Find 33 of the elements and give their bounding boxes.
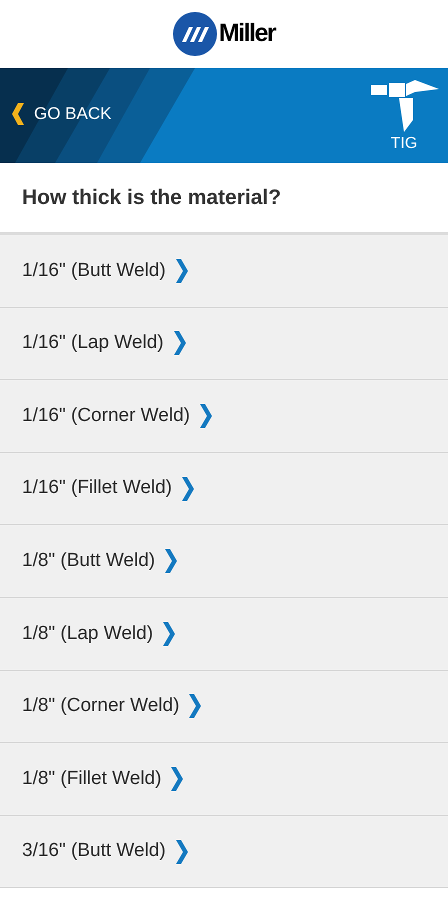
thickness-option[interactable]: 1/8" (Butt Weld) xyxy=(0,525,448,598)
logo-icon xyxy=(172,12,217,56)
option-label: 1/16" (Lap Weld) xyxy=(22,331,164,356)
logo-text: Miller xyxy=(218,18,276,50)
thickness-option[interactable]: 1/8" (Fillet Weld) xyxy=(0,743,448,816)
chevron-right-icon xyxy=(176,840,188,864)
back-chevron-icon xyxy=(10,102,24,125)
option-label: 1/16" (Fillet Weld) xyxy=(22,476,172,500)
thickness-option[interactable]: 1/16" (Butt Weld) xyxy=(0,235,448,308)
chevron-right-icon xyxy=(165,549,178,574)
chevron-right-icon xyxy=(182,476,194,501)
thickness-option[interactable]: 1/8" (Corner Weld) xyxy=(0,670,448,744)
welding-torch-icon xyxy=(369,78,439,132)
chevron-right-icon xyxy=(174,331,186,356)
option-label: 3/16" (Butt Weld) xyxy=(22,839,166,864)
thickness-option[interactable]: 1/8" (Lap Weld) xyxy=(0,598,448,671)
question-heading: How thick is the material? xyxy=(22,184,282,211)
chevron-right-icon xyxy=(189,694,202,718)
option-label: 1/8" (Lap Weld) xyxy=(22,622,154,646)
chevron-right-icon xyxy=(176,258,188,283)
process-label: TIG xyxy=(390,134,418,154)
option-label: 1/8" (Corner Weld) xyxy=(22,694,180,718)
thickness-option[interactable]: 1/16" (Fillet Weld) xyxy=(0,452,448,526)
option-label: 1/8" (Butt Weld) xyxy=(22,548,156,573)
thickness-option[interactable]: 3/16" (Butt Weld) xyxy=(0,816,448,888)
option-label: 1/8" (Fillet Weld) xyxy=(22,766,162,791)
chevron-right-icon xyxy=(200,404,212,428)
thickness-option[interactable]: 1/16" (Corner Weld) xyxy=(0,380,448,453)
chevron-right-icon xyxy=(163,622,176,646)
option-label: 1/16" (Corner Weld) xyxy=(22,404,190,428)
thickness-option[interactable]: 1/16" (Lap Weld) xyxy=(0,308,448,380)
chevron-right-icon xyxy=(171,766,184,791)
option-label: 1/16" (Butt Weld) xyxy=(22,258,166,283)
